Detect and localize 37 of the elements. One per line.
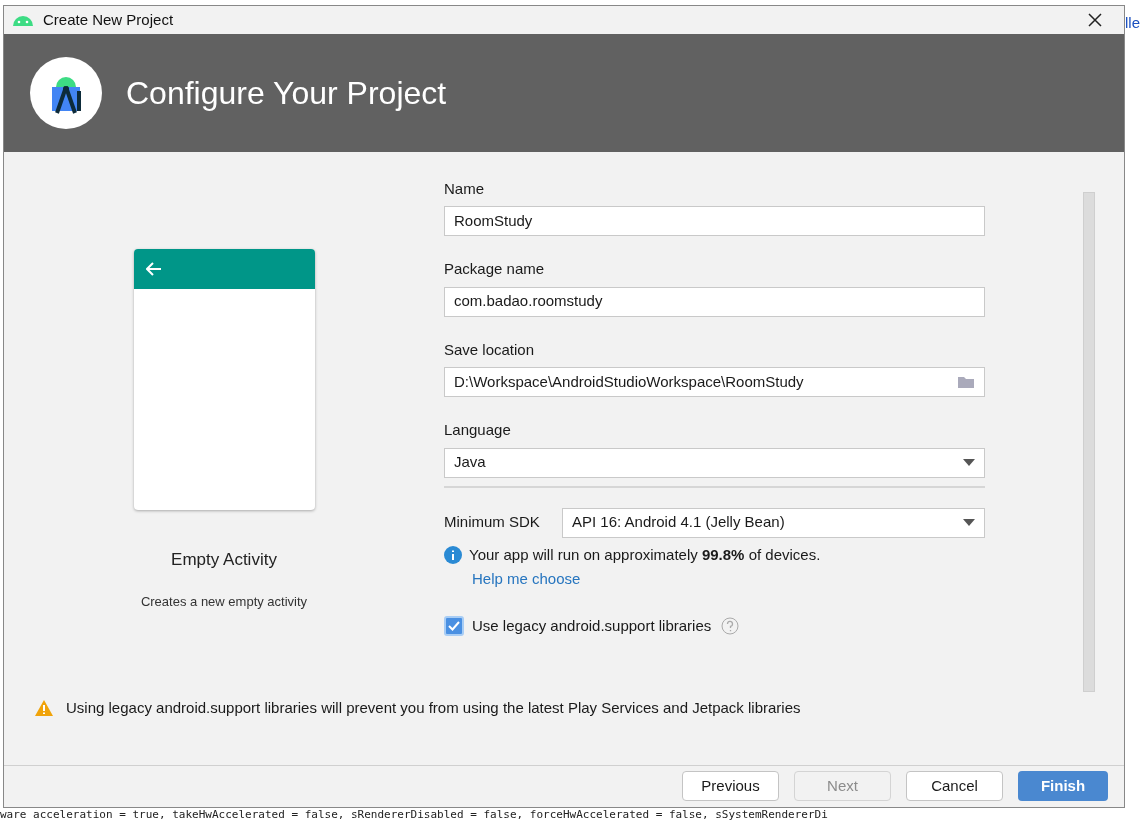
info-icon — [444, 545, 462, 564]
help-icon[interactable] — [721, 616, 740, 635]
background-link-text: lle — [1125, 13, 1140, 33]
template-preview[interactable] — [133, 248, 315, 510]
dialog-button[interactable]: Finish — [1018, 771, 1108, 802]
warning-icon — [35, 700, 53, 717]
language-dropdown[interactable]: Java — [444, 447, 985, 478]
field-label: Name — [444, 178, 484, 199]
checkmark-icon — [448, 620, 460, 631]
field-label: Save location — [444, 339, 535, 360]
help-link[interactable]: Help me choose — [472, 568, 581, 591]
legacy-checkbox[interactable] — [444, 615, 464, 636]
scrollbar[interactable] — [1083, 191, 1095, 692]
field-label: Minimum SDK — [444, 512, 541, 533]
android-icon — [12, 14, 34, 27]
field-label: Package name — [444, 259, 545, 280]
dialog-button[interactable]: Cancel — [906, 771, 1003, 802]
android-studio-logo-icon — [30, 57, 102, 129]
close-icon[interactable] — [1088, 13, 1102, 28]
checkbox-label: Use legacy android.support libraries — [472, 615, 712, 636]
minimum-sdk-dropdown[interactable]: API 16: Android 4.1 (Jelly Bean) — [562, 507, 985, 538]
save-location-field[interactable]: D:\Workspace\AndroidStudioWorkspace\RoomStudy — [444, 367, 985, 398]
log-text: ware acceleration = true, takeHwAccelerated = false, sRendererDisabled = false, forceHwAccelerated = false, sSystemRendererDi — [0, 808, 828, 821]
window-title: Create New Project — [43, 9, 174, 30]
template-description: Creates a new empty activity — [140, 593, 308, 612]
field-label: Language — [444, 420, 511, 441]
folder-icon[interactable] — [957, 375, 975, 390]
caret-icon — [963, 519, 975, 527]
caret-icon — [963, 459, 975, 467]
dialog-button[interactable]: Previous — [682, 771, 779, 802]
template-name: Empty Activity — [171, 548, 277, 571]
info-text: Your app will run on approximately 99.8% of devices. — [469, 544, 821, 565]
header-title: Configure Your Project — [126, 74, 447, 113]
back-arrow-icon — [145, 261, 162, 276]
package-name-field[interactable]: com.badao.roomstudy — [444, 286, 985, 317]
name-field[interactable]: RoomStudy — [444, 206, 985, 237]
warning-text: Using legacy android.support libraries will prevent you from using the latest Play Services and Jetpack libraries — [66, 698, 801, 718]
